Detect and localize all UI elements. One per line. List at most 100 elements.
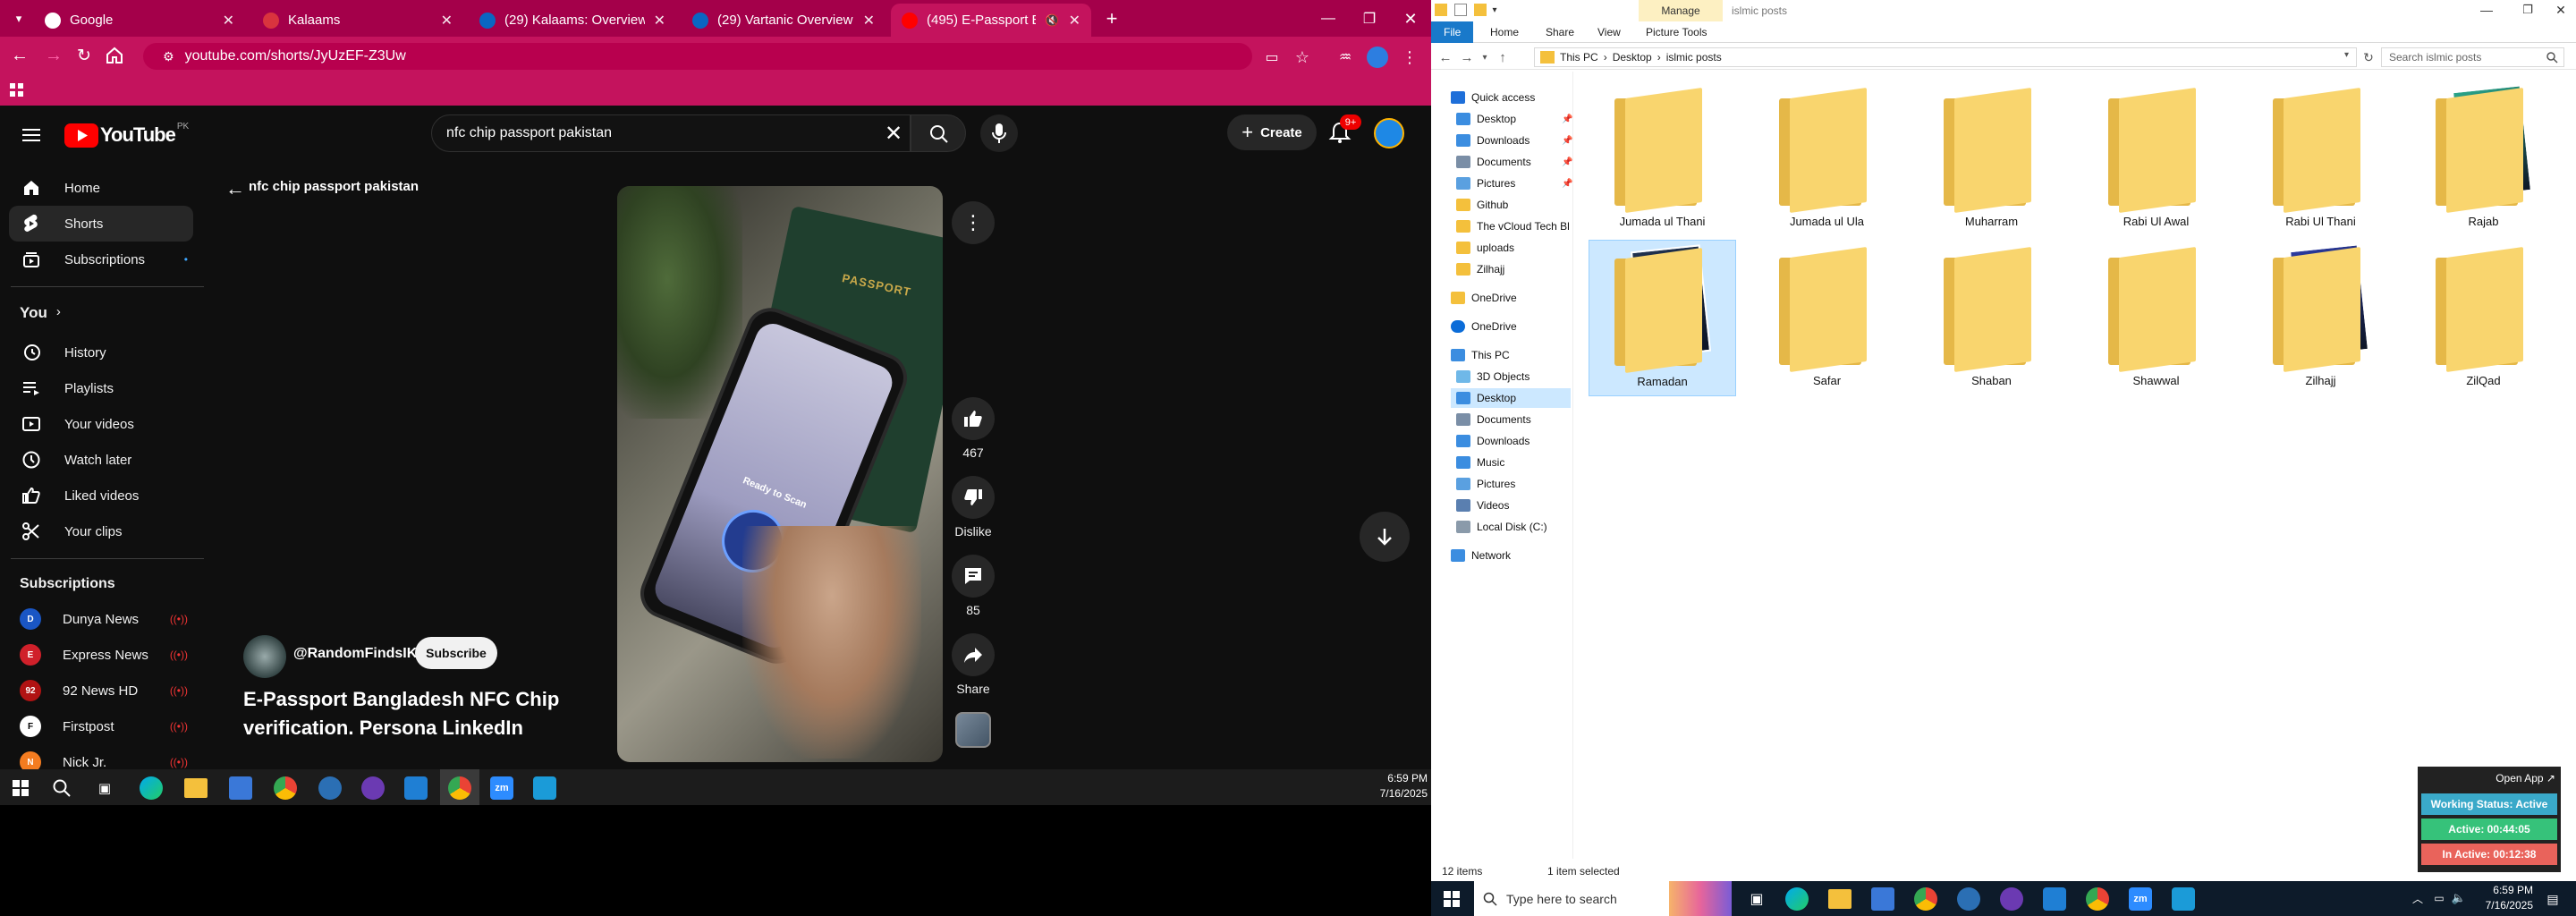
nav-github[interactable]: Github [1456,195,1508,215]
channel-avatar[interactable] [243,635,286,678]
folder-item[interactable]: Rajab [2410,81,2557,237]
sidebar-item-watch-later[interactable]: Watch later [0,442,204,478]
chrome-icon-right[interactable] [1914,887,1937,911]
crumb-desktop[interactable]: Desktop [1613,51,1652,64]
folder-item[interactable]: Rabi Ul Awal [2082,81,2230,237]
open-app-link[interactable]: Open App ↗ [2418,772,2555,785]
browser-tab[interactable]: (29) Vartanic Overview | LinkedIn ✕ [682,4,886,37]
extensions-icon[interactable]: ♒ [1335,47,1356,68]
nav-quick-access[interactable]: Quick access [1451,88,1535,107]
edge-icon[interactable] [140,776,163,800]
nav-desktop[interactable]: Desktop 📌 [1456,109,1572,129]
clock-left[interactable]: 6:59 PM 7/16/2025 [1360,771,1428,802]
quick-access-dropdown-icon[interactable]: ▾ [1488,4,1501,16]
vscode-icon-right[interactable] [2043,887,2066,911]
pin-icon[interactable]: 📌 [1562,136,1572,146]
nav-3d-objects[interactable]: 3D Objects [1456,367,1530,386]
nav-local-disk-c-[interactable]: Local Disk (C:) [1456,517,1547,537]
sidebar-item-history[interactable]: History [0,335,204,370]
nav-videos[interactable]: Videos [1456,496,1509,515]
chrome-active-icon-right[interactable] [2086,887,2109,911]
forward-icon[interactable]: → [43,45,64,66]
nav-uploads[interactable]: uploads [1456,238,1514,258]
sound-thumbnail[interactable] [955,712,991,748]
ribbon-tab-file[interactable]: File [1431,21,1474,43]
ribbon-tab-view[interactable]: View [1585,21,1633,43]
volume-icon[interactable]: 🔈 [2451,890,2467,906]
clock-right[interactable]: 6:59 PM 7/16/2025 [2470,883,2533,913]
vscode-alt-icon[interactable] [318,776,342,800]
nav-desktop[interactable]: Desktop [1456,388,1516,408]
folder-item[interactable]: Jumada ul Thani [1589,81,1736,237]
vscode-icon[interactable] [404,776,428,800]
back-arrow-icon[interactable]: ← [225,177,250,199]
back-icon[interactable]: ← [9,45,30,66]
ribbon-tab-share[interactable]: Share [1533,21,1587,43]
pin-icon[interactable]: 📌 [1562,157,1572,167]
explorer-refresh-icon[interactable]: ↻ [2360,48,2377,66]
channel-handle[interactable]: @RandomFindsIK [293,646,417,662]
tray-chevron-icon[interactable]: ︿ [2410,890,2426,906]
folder-item[interactable]: Safar [1753,240,1901,396]
tab-search-icon[interactable]: ▾ [9,9,29,29]
folder-item[interactable]: Rabi Ul Thani [2247,81,2394,237]
tab-close-icon[interactable]: ✕ [441,12,453,30]
network-tray-icon[interactable]: ▭ [2431,890,2447,906]
windows-start-icon[interactable] [13,780,29,796]
chrome-active-indicator[interactable] [440,769,479,805]
action-center-icon[interactable]: ▤ [2544,890,2562,908]
app2-icon-right[interactable] [2172,887,2195,911]
new-tab-icon[interactable]: + [1100,7,1123,30]
explorer-close-icon[interactable]: ✕ [2546,0,2576,20]
zoom-icon-right[interactable]: zm [2129,887,2152,911]
tab-close-icon[interactable]: ✕ [223,12,234,30]
ribbon-tab-picture-tools[interactable]: Picture Tools [1633,21,1719,43]
folder-item[interactable]: Zilhajj [2247,240,2394,396]
short-title[interactable]: E-Passport Bangladesh NFC Chip verificat… [243,685,559,742]
browser-tab[interactable]: Kalaams ✕ [252,4,463,37]
short-video-player[interactable]: PASSPORT Ready to Scan [617,186,943,762]
notifications-icon[interactable]: 9+ [1327,114,1361,147]
nav-music[interactable]: Music [1456,453,1504,472]
subscription-channel[interactable]: 92 92 News HD ((•)) [0,673,204,708]
app-icon-right[interactable] [1957,887,1980,911]
create-button[interactable]: + Create [1227,114,1317,150]
hamburger-menu-icon[interactable] [20,123,43,147]
reload-icon[interactable]: ↻ [73,45,95,66]
account-avatar[interactable] [1374,118,1404,148]
share-button[interactable] [952,633,995,676]
more-options-icon[interactable]: ⋮ [952,201,995,244]
nav-the-vcloud-tech-bl[interactable]: The vCloud Tech Bl [1456,216,1570,236]
sidebar-item-playlists[interactable]: Playlists [0,370,204,406]
file-explorer-icon[interactable] [184,778,208,798]
bookmark-star-icon[interactable]: ☆ [1292,47,1313,68]
new-folder-icon[interactable] [1474,4,1487,16]
tab-close-icon[interactable]: ✕ [863,12,875,30]
subscription-channel[interactable]: F Firstpost ((•)) [0,708,204,744]
search-button[interactable] [911,114,966,152]
nav-documents[interactable]: Documents 📌 [1456,152,1572,172]
zoom-icon[interactable]: zm [490,776,513,800]
minimize-icon[interactable]: — [1315,7,1342,30]
manage-tab[interactable]: Manage [1639,0,1723,21]
folder-item[interactable]: Jumada ul Ula [1753,81,1901,237]
folder-item[interactable]: Shawwal [2082,240,2230,396]
youtube-logo[interactable]: YouTube PK [64,122,189,148]
edge-icon-right[interactable] [1785,887,1809,911]
nav-pictures[interactable]: Pictures [1456,474,1515,494]
install-icon[interactable]: ▭ [1261,47,1283,68]
ribbon-tab-home[interactable]: Home [1478,21,1531,43]
you-section-title[interactable]: You › [20,304,61,322]
search-input[interactable]: nfc chip passport pakistan [431,114,911,152]
sidebar-item-shorts[interactable]: Shorts [9,206,193,242]
pin-icon[interactable]: 📌 [1562,114,1572,124]
explorer-icon-right[interactable] [1828,889,1852,909]
folder-item[interactable]: ZilQad [2410,240,2557,396]
folder-item[interactable]: Muharram [1918,81,2065,237]
next-short-button[interactable] [1360,512,1410,562]
menu-dots-icon[interactable]: ⋮ [1399,47,1420,68]
tab-close-icon[interactable]: ✕ [654,12,665,30]
store-icon[interactable] [229,776,252,800]
browser-tab[interactable]: (29) Kalaams: Overview | LinkedIn ✕ [469,4,676,37]
explorer-minimize-icon[interactable]: — [2469,0,2504,20]
